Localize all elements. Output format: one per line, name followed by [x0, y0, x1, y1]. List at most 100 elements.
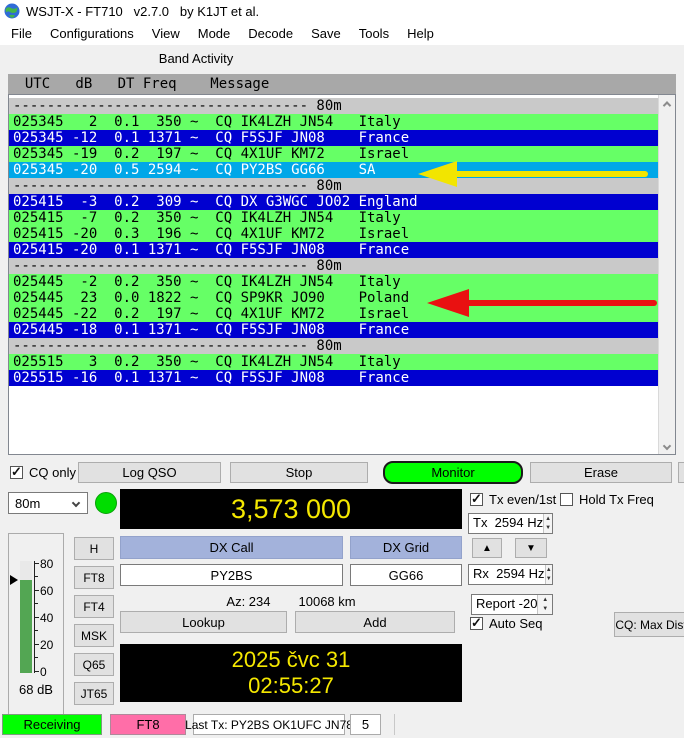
mode-ft4-button[interactable]: FT4 — [74, 595, 114, 618]
meter-tick-0: 0 — [40, 667, 47, 677]
band-separator-row: ----------------------------------- 80m — [9, 338, 658, 354]
menu-decode[interactable]: Decode — [239, 24, 302, 43]
hold-tx-freq-checkbox[interactable]: Hold Tx Freq — [560, 492, 654, 507]
hold-tx-label: Hold Tx Freq — [579, 492, 654, 507]
report-spinner[interactable]: Report -20 ▲▼ — [471, 594, 553, 615]
mode-jt65-button[interactable]: JT65 — [74, 682, 114, 705]
band-separator-row: ----------------------------------- 80m — [9, 98, 658, 114]
menu-tools[interactable]: Tools — [350, 24, 398, 43]
rx-spinner-arrows[interactable]: ▲▼ — [545, 565, 552, 584]
decode-row[interactable]: 025415 -20 0.1 1371 ~ CQ F5SJF JN08 Fran… — [9, 242, 658, 258]
log-qso-button[interactable]: Log QSO — [78, 462, 221, 483]
rig-status-lamp[interactable] — [95, 492, 117, 514]
tx-even-checkbox-box[interactable] — [470, 493, 483, 506]
scrollbar-up-button[interactable] — [659, 95, 675, 112]
spin-up-icon[interactable]: ▲ — [544, 514, 552, 524]
tx-even-label: Tx even/1st — [489, 492, 556, 507]
decode-row[interactable]: 025415 -7 0.2 350 ~ CQ IK4LZH JN54 Italy — [9, 210, 658, 226]
decode-row[interactable]: 025345 -12 0.1 1371 ~ CQ F5SJF JN08 Fran… — [9, 130, 658, 146]
meter-pointer-icon — [10, 575, 18, 585]
monitor-button[interactable]: Monitor — [383, 461, 523, 484]
decode-row[interactable]: 025445 -22 0.2 197 ~ CQ 4X1UF KM72 Israe… — [9, 306, 658, 322]
menu-configurations[interactable]: Configurations — [41, 24, 143, 43]
tx-even-checkbox[interactable]: Tx even/1st — [470, 492, 556, 507]
menu-mode[interactable]: Mode — [189, 24, 240, 43]
band-activity-title: Band Activity — [0, 51, 392, 66]
tx-freq-up-button[interactable]: ▲ — [472, 538, 502, 558]
decode-row[interactable]: 025515 3 0.2 350 ~ CQ IK4LZH JN54 Italy — [9, 354, 658, 370]
rx-freq-spinner[interactable]: Rx 2594 Hz ▲▼ — [468, 564, 553, 585]
frequency-display: 3,573 000 — [120, 489, 462, 529]
status-divider — [394, 714, 395, 735]
decode-row[interactable]: 025415 -3 0.2 309 ~ CQ DX G3WGC JO02 Eng… — [9, 194, 658, 210]
stop-button[interactable]: Stop — [230, 462, 368, 483]
meter-tick-60: 60 — [40, 586, 53, 596]
wsjtx-window: WSJT-X - FT710 v2.7.0 by K1JT et al. Fil… — [0, 0, 684, 738]
scrollbar-down-button[interactable] — [659, 437, 675, 454]
menu-save[interactable]: Save — [302, 24, 350, 43]
cq-only-checkbox-box[interactable] — [10, 466, 23, 479]
menu-file[interactable]: File — [2, 24, 41, 43]
mode-ft8-button[interactable]: FT8 — [74, 566, 114, 589]
cq-only-checkbox[interactable]: CQ only — [10, 465, 76, 480]
tx-freq-spinner[interactable]: Tx 2594 Hz ▲▼ — [468, 513, 553, 534]
dx-call-input[interactable]: PY2BS — [120, 564, 343, 586]
report-spinner-value: Report -20 — [472, 595, 537, 614]
erase-button[interactable]: Erase — [530, 462, 672, 483]
dx-grid-header: DX Grid — [350, 536, 462, 559]
utc-clock-display: 2025 čvc 31 02:55:27 — [120, 644, 462, 702]
decode-row[interactable]: 025345 2 0.1 350 ~ CQ IK4LZH JN54 Italy — [9, 114, 658, 130]
tx-freq-down-button[interactable]: ▼ — [515, 538, 547, 558]
decode-row[interactable]: 025415 -20 0.3 196 ~ CQ 4X1UF KM72 Israe… — [9, 226, 658, 242]
status-last-tx: Last Tx: PY2BS OK1UFC JN78 — [193, 714, 345, 735]
band-separator-row: ----------------------------------- 80m — [9, 258, 658, 274]
decode-row[interactable]: 025445 -18 0.1 1371 ~ CQ F5SJF JN08 Fran… — [9, 322, 658, 338]
spin-down-icon[interactable]: ▼ — [544, 524, 552, 534]
meter-db-label: 68 dB — [9, 682, 63, 697]
cq-max-dist-button[interactable]: CQ: Max Dist — [614, 612, 684, 637]
band-select-value: 80m — [9, 496, 73, 511]
meter-tick-80: 80 — [40, 559, 53, 569]
decode-row[interactable]: 025445 23 0.0 1822 ~ CQ SP9KR JO90 Polan… — [9, 290, 658, 306]
auto-seq-checkbox[interactable]: Auto Seq — [470, 616, 543, 631]
status-count: 5 — [350, 714, 381, 735]
mode-msk-button[interactable]: MSK — [74, 624, 114, 647]
decode-row[interactable]: 025345 -20 0.5 2594 ~ CQ PY2BS GG66 SA — [9, 162, 658, 178]
spin-down-icon[interactable]: ▼ — [538, 605, 552, 615]
menu-bar: File Configurations View Mode Decode Sav… — [0, 22, 684, 45]
spin-up-icon[interactable]: ▲ — [546, 565, 552, 575]
decode-row[interactable]: 025345 -19 0.2 197 ~ CQ 4X1UF KM72 Israe… — [9, 146, 658, 162]
report-spinner-arrows[interactable]: ▲▼ — [537, 595, 552, 614]
dx-grid-input[interactable]: GG66 — [350, 564, 462, 586]
decode-row[interactable]: 025515 -16 0.1 1371 ~ CQ F5SJF JN08 Fran… — [9, 370, 658, 386]
auto-seq-checkbox-box[interactable] — [470, 617, 483, 630]
distance-value: 10068 km — [299, 594, 356, 609]
spin-up-icon[interactable]: ▲ — [538, 595, 552, 605]
cq-only-label: CQ only — [29, 465, 76, 480]
lookup-button[interactable]: Lookup — [120, 611, 287, 633]
azimuth-distance-line: Az: 234 10068 km — [120, 594, 462, 609]
band-select[interactable]: 80m — [8, 492, 88, 514]
dx-call-header: DX Call — [120, 536, 343, 559]
add-button[interactable]: Add — [295, 611, 455, 633]
clipped-button[interactable] — [678, 462, 684, 483]
mode-h-button[interactable]: H — [74, 537, 114, 560]
menu-view[interactable]: View — [143, 24, 189, 43]
band-separator-row: ----------------------------------- 80m — [9, 178, 658, 194]
combo-chevron-icon — [72, 499, 80, 507]
mode-q65-button[interactable]: Q65 — [74, 653, 114, 676]
band-activity-panel: ----------------------------------- 80m0… — [8, 94, 676, 455]
rx-freq-spinner-value: Rx 2594 Hz — [469, 565, 545, 584]
meter-tick-40: 40 — [40, 613, 53, 623]
spin-down-icon[interactable]: ▼ — [546, 575, 552, 585]
menu-help[interactable]: Help — [398, 24, 443, 43]
meter-bar — [20, 580, 32, 673]
scrollbar[interactable] — [658, 95, 675, 454]
clock-date: 2025 čvc 31 — [232, 648, 351, 672]
hold-tx-checkbox-box[interactable] — [560, 493, 573, 506]
chevron-down-icon — [663, 441, 671, 449]
tx-spinner-arrows[interactable]: ▲▼ — [543, 514, 552, 533]
window-title: WSJT-X - FT710 v2.7.0 by K1JT et al. — [26, 4, 259, 19]
decode-row[interactable]: 025445 -2 0.2 350 ~ CQ IK4LZH JN54 Italy — [9, 274, 658, 290]
clock-time: 02:55:27 — [248, 674, 334, 698]
